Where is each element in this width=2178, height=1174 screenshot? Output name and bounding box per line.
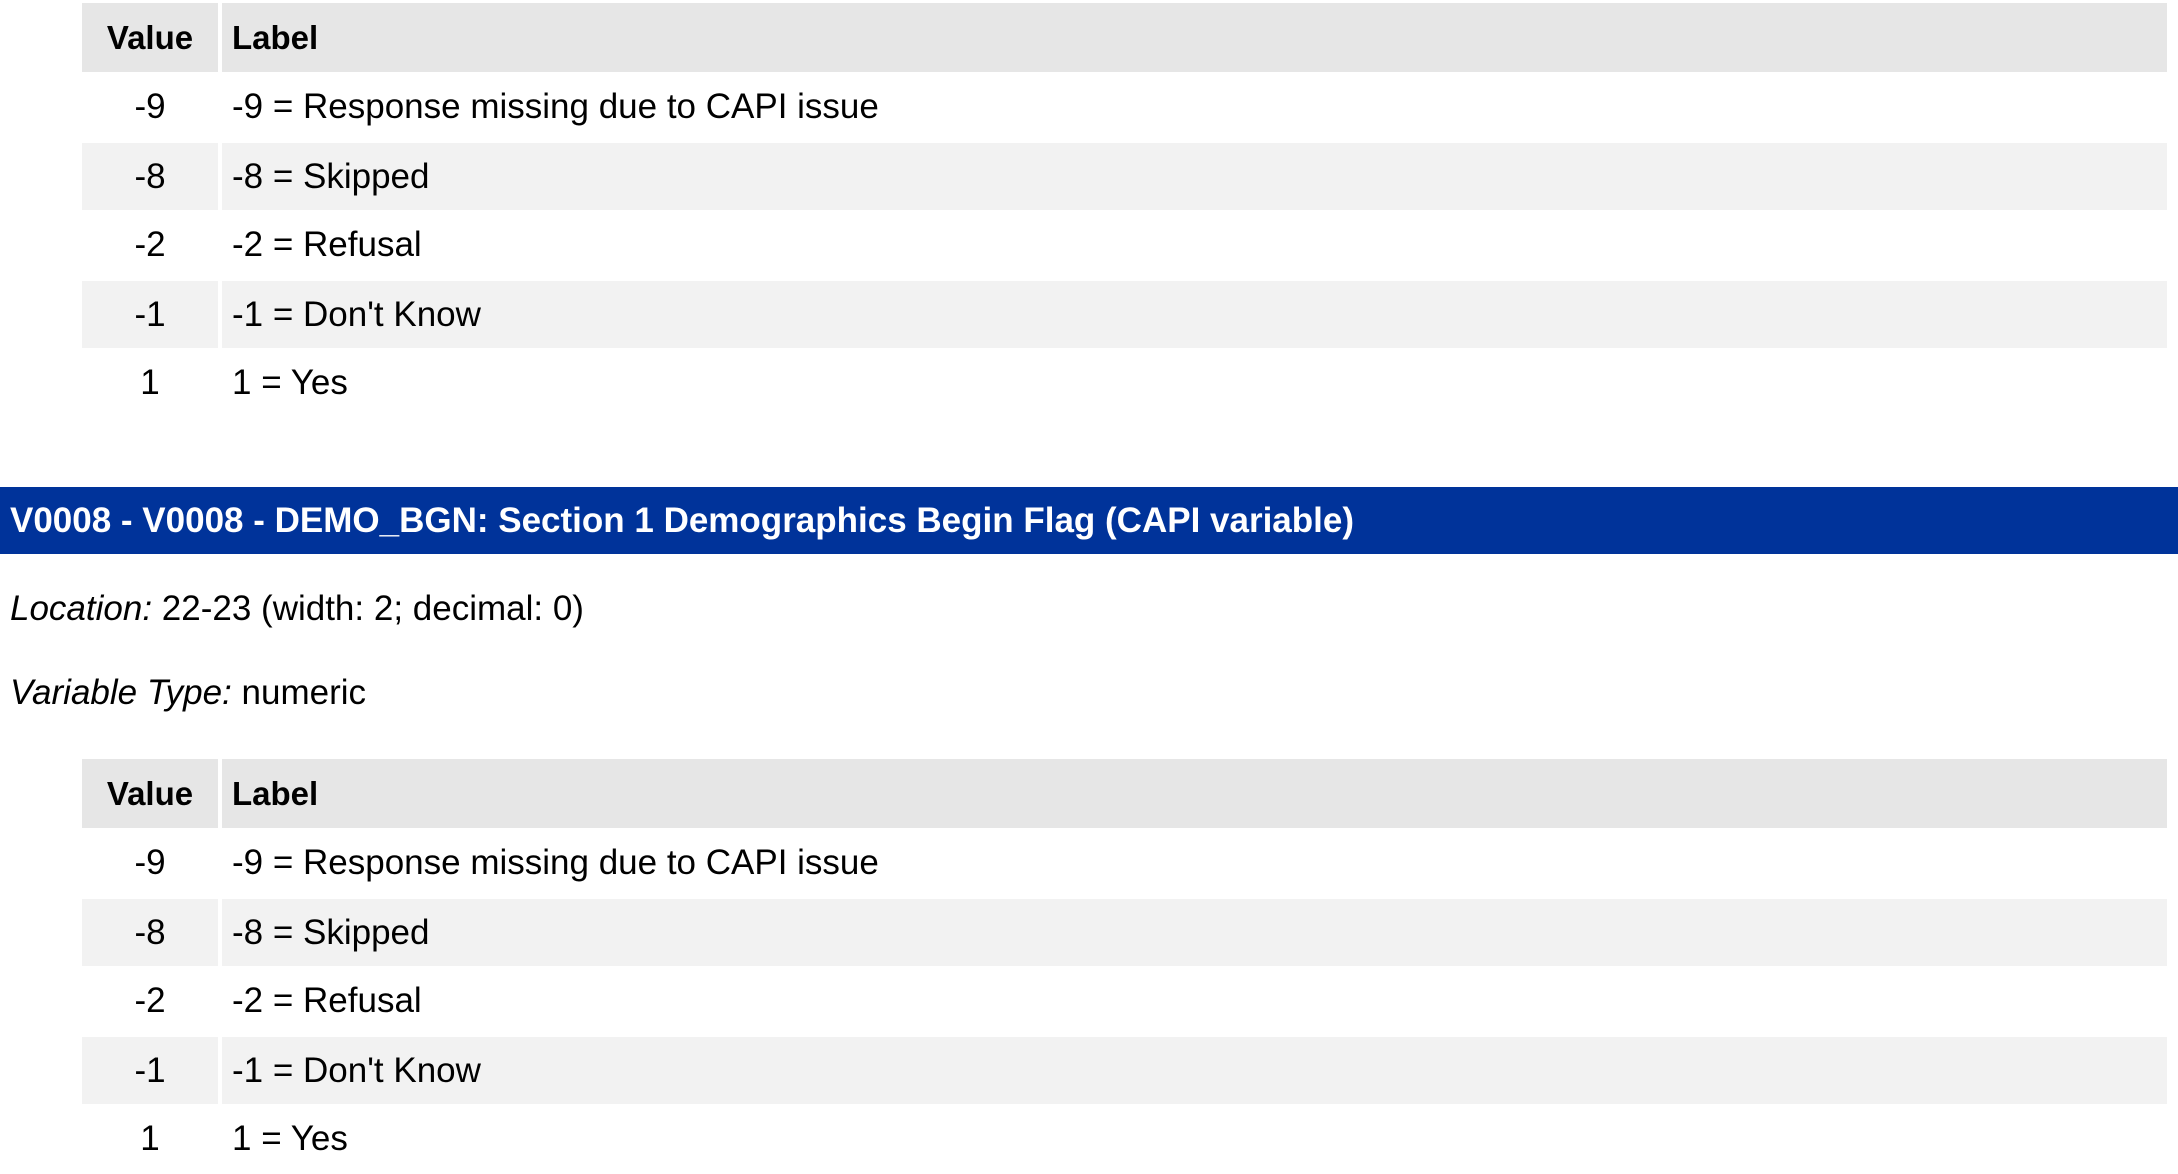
table-row: -1 -1 = Don't Know bbox=[82, 279, 2167, 348]
cell-value: -9 bbox=[82, 828, 222, 897]
cell-label: 1 = Yes bbox=[222, 1104, 2167, 1173]
variable-type: Variable Type: numeric bbox=[10, 673, 366, 713]
table-row: -9 -9 = Response missing due to CAPI iss… bbox=[82, 828, 2167, 897]
table-header-row: Value Label bbox=[82, 3, 2167, 72]
cell-label: -1 = Don't Know bbox=[222, 279, 2167, 348]
table-header-row: Value Label bbox=[82, 759, 2167, 828]
table-row: -2 -2 = Refusal bbox=[82, 210, 2167, 279]
cell-value: -2 bbox=[82, 210, 222, 279]
table-row: -8 -8 = Skipped bbox=[82, 897, 2167, 966]
column-header-label: Label bbox=[222, 3, 2167, 72]
column-header-label: Label bbox=[222, 759, 2167, 828]
cell-value: -8 bbox=[82, 141, 222, 210]
cell-label: -9 = Response missing due to CAPI issue bbox=[222, 828, 2167, 897]
value-label-table-top: Value Label -9 -9 = Response missing due… bbox=[82, 3, 2167, 417]
cell-label: -1 = Don't Know bbox=[222, 1035, 2167, 1104]
column-header-value: Value bbox=[82, 3, 222, 72]
cell-label: -8 = Skipped bbox=[222, 141, 2167, 210]
type-key: Variable Type: bbox=[10, 673, 232, 712]
table-row: -1 -1 = Don't Know bbox=[82, 1035, 2167, 1104]
cell-value: 1 bbox=[82, 348, 222, 417]
location-key: Location: bbox=[10, 589, 153, 628]
cell-value: -8 bbox=[82, 897, 222, 966]
cell-label: -8 = Skipped bbox=[222, 897, 2167, 966]
variable-title-bar: V0008 - V0008 - DEMO_BGN: Section 1 Demo… bbox=[0, 487, 2178, 554]
cell-value: 1 bbox=[82, 1104, 222, 1173]
table-row: -9 -9 = Response missing due to CAPI iss… bbox=[82, 72, 2167, 141]
type-value: numeric bbox=[241, 673, 366, 712]
cell-label: -2 = Refusal bbox=[222, 966, 2167, 1035]
cell-value: -9 bbox=[82, 72, 222, 141]
cell-value: -2 bbox=[82, 966, 222, 1035]
value-label-table-bottom: Value Label -9 -9 = Response missing due… bbox=[82, 759, 2167, 1173]
cell-value: -1 bbox=[82, 279, 222, 348]
variable-location: Location: 22-23 (width: 2; decimal: 0) bbox=[10, 589, 584, 629]
location-value: 22-23 (width: 2; decimal: 0) bbox=[161, 589, 584, 628]
table-row: 1 1 = Yes bbox=[82, 348, 2167, 417]
table-row: 1 1 = Yes bbox=[82, 1104, 2167, 1173]
cell-label: -2 = Refusal bbox=[222, 210, 2167, 279]
table-row: -2 -2 = Refusal bbox=[82, 966, 2167, 1035]
cell-label: 1 = Yes bbox=[222, 348, 2167, 417]
cell-value: -1 bbox=[82, 1035, 222, 1104]
cell-label: -9 = Response missing due to CAPI issue bbox=[222, 72, 2167, 141]
column-header-value: Value bbox=[82, 759, 222, 828]
table-row: -8 -8 = Skipped bbox=[82, 141, 2167, 210]
